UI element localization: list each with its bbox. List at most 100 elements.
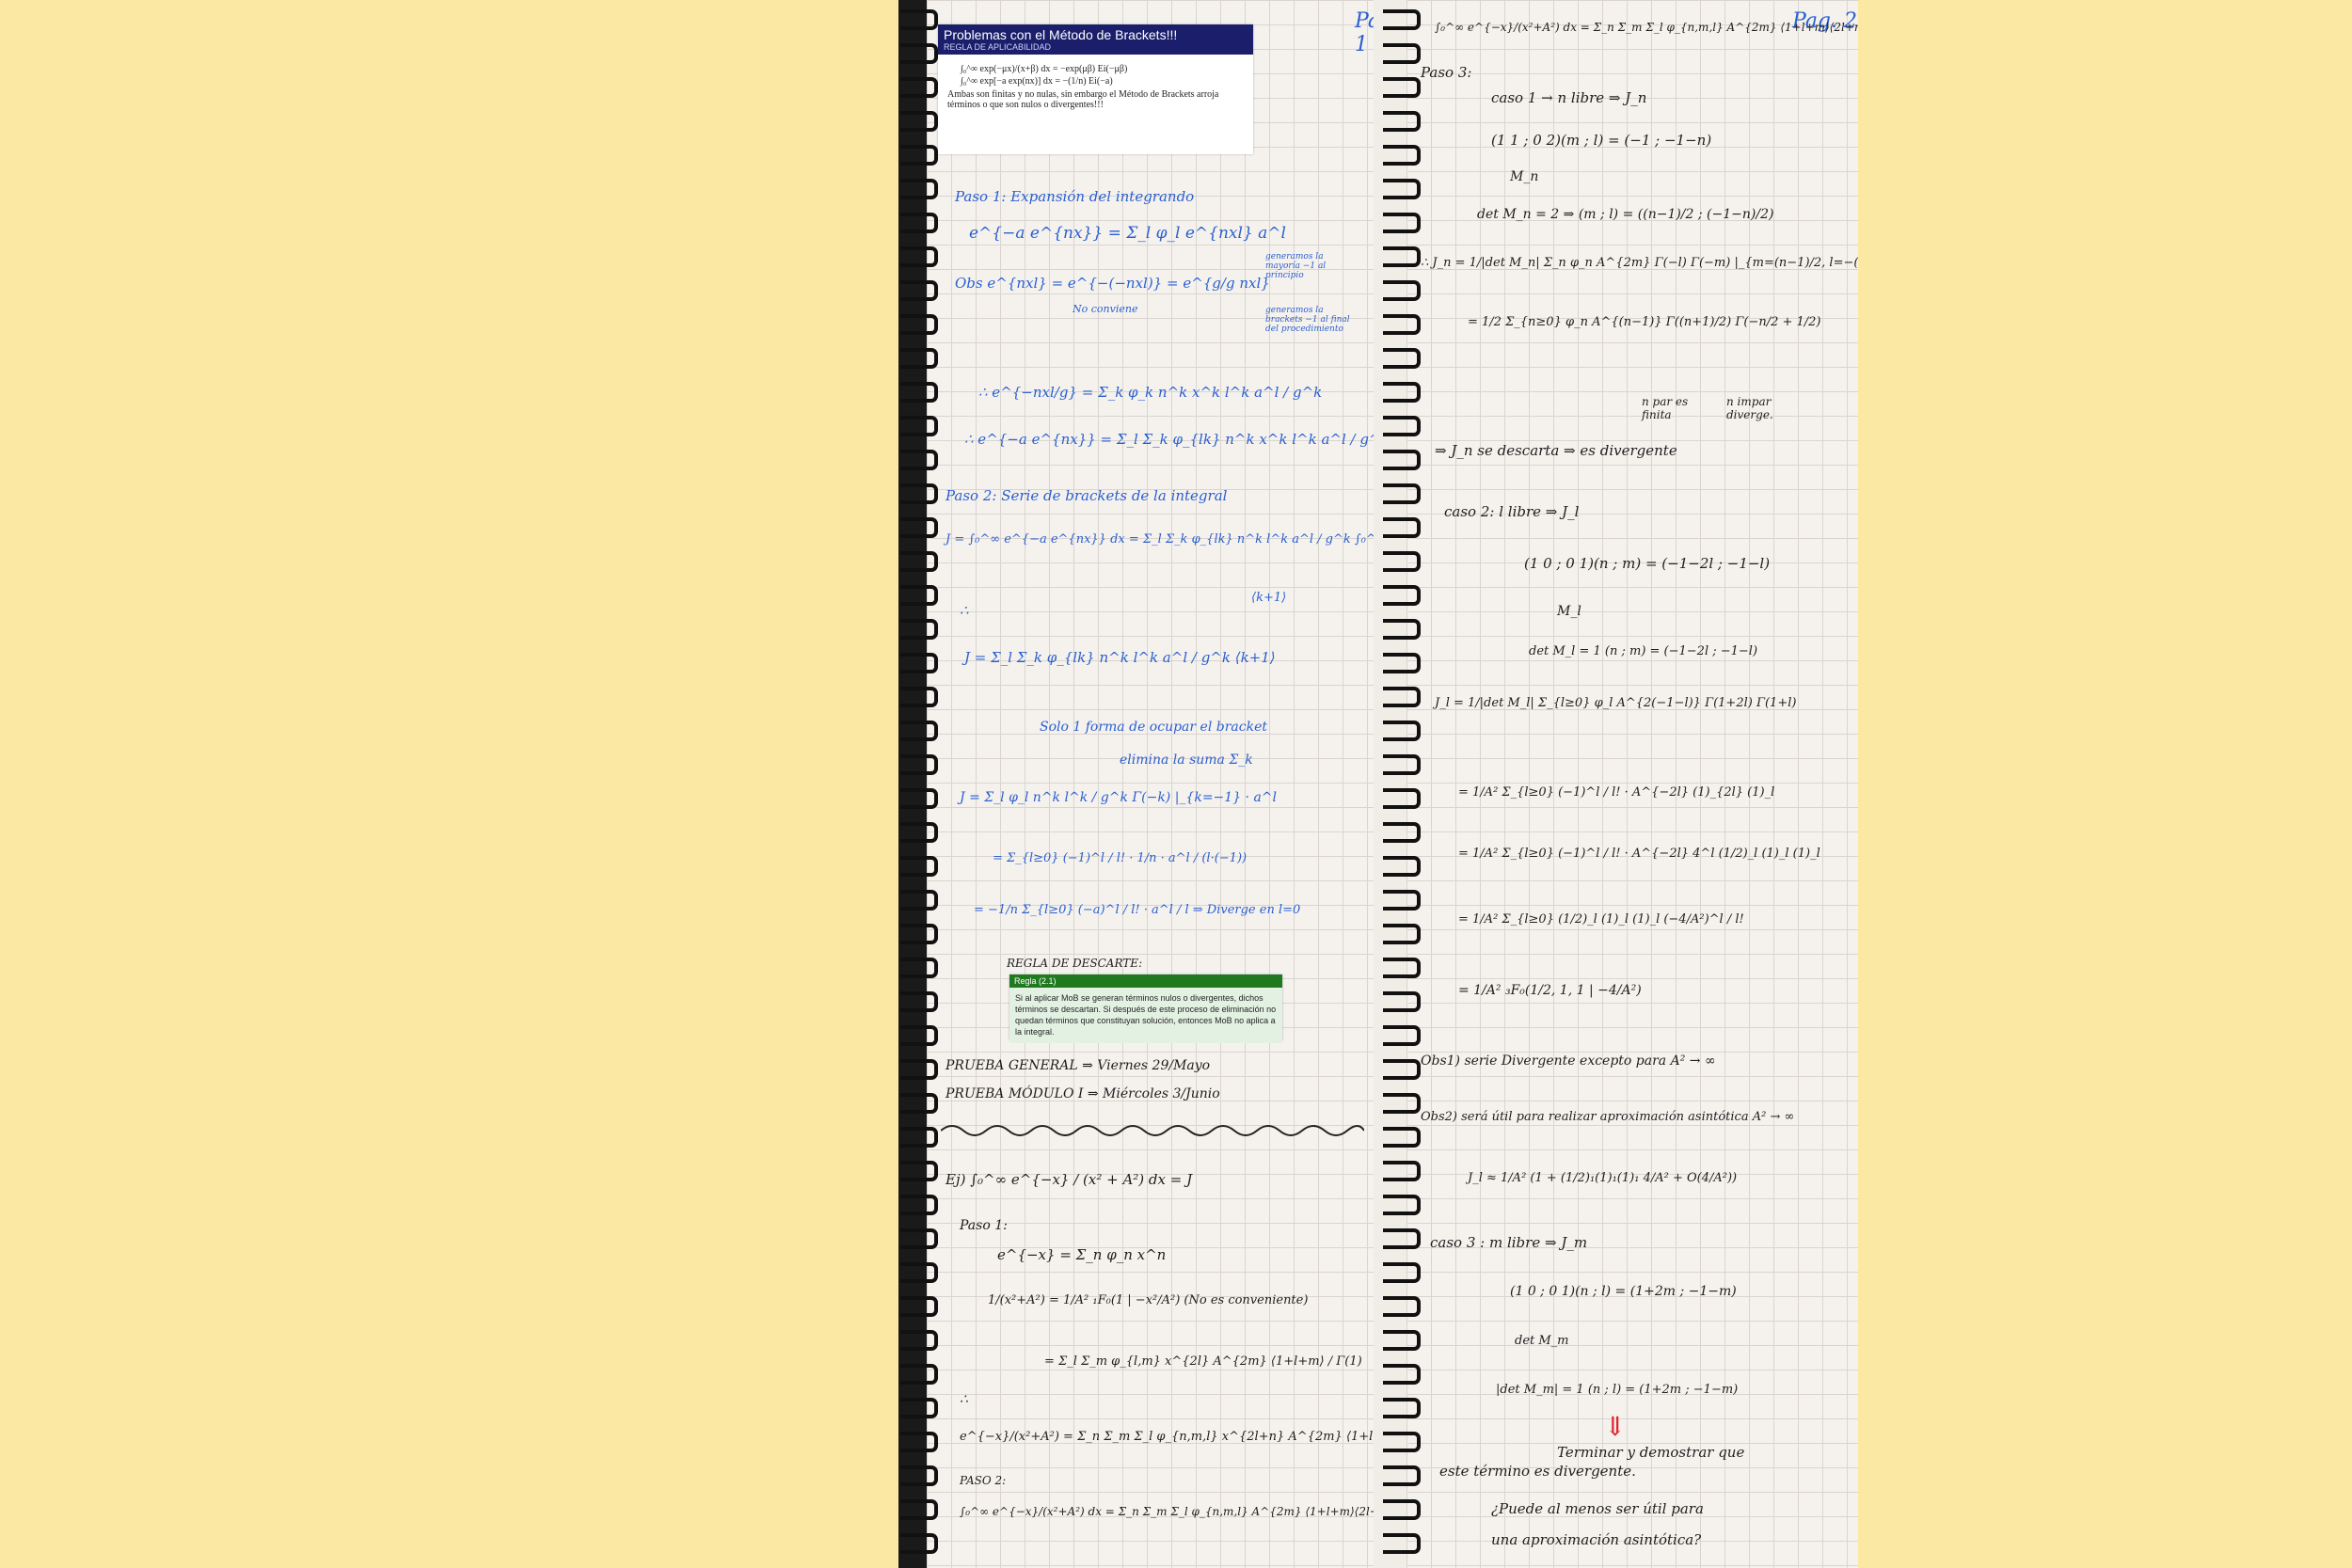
hw-r-paso3: Paso 3: [1421, 64, 1472, 81]
spiral-coil [1383, 1296, 1421, 1317]
spiral-coil [900, 1262, 938, 1283]
spiral-coil [1383, 1228, 1421, 1249]
spiral-coil [900, 179, 938, 199]
spiral-coil [900, 619, 938, 640]
hw-hypergeom: 1/(x²+A²) = 1/A² ₁F₀(1 | −x²/A²) (No es … [988, 1293, 1309, 1307]
hw-exp-series: e^{−x} = Σ_n φ_n x^n [997, 1246, 1167, 1263]
spiral-coil [900, 1228, 938, 1249]
notebook: Pag. 1 Problemas con el Método de Bracke… [898, 0, 1886, 1568]
spiral-coil [1383, 213, 1421, 233]
hw-J-series: J = Σ_l Σ_k φ_{lk} n^k l^k a^l / g^k ⟨k+… [964, 649, 1276, 666]
spiral-coil [1383, 1398, 1421, 1418]
hw-example: Ej) ∫₀^∞ e^{−x} / (x² + A²) dx = J [946, 1171, 1193, 1188]
spiral-coil [900, 1059, 938, 1080]
hw-r-matrix2: (1 0 ; 0 1)(n ; m) = (−1−2l ; −1−l) [1524, 555, 1771, 572]
spiral-coil [900, 1364, 938, 1385]
spiral-coil [900, 145, 938, 166]
hw-integral-J: J = ∫₀^∞ e^{−a e^{nx}} dx = Σ_l Σ_k φ_{l… [946, 532, 1378, 546]
spiral-coil [900, 1127, 938, 1148]
hw-therefore-2: ∴ [960, 1392, 968, 1407]
hw-r-obs2: Obs2) será útil para realizar aproximaci… [1421, 1110, 1795, 1124]
hw-J-gamma: J = Σ_l φ_l n^k l^k / g^k Γ(−k) |_{k=−1}… [960, 790, 1278, 805]
spiral-coil [900, 1330, 938, 1351]
spiral-coil [900, 483, 938, 504]
hw-paso2: PASO 2: [960, 1474, 1007, 1487]
hw-r-Jn: ∴ J_n = 1/|det M_n| Σ_n φ_n A^{2m} Γ(−l)… [1421, 256, 1858, 270]
spiral-coil [900, 1499, 938, 1520]
spiral-coil [900, 416, 938, 436]
spiral-coil [1383, 246, 1421, 267]
hw-r-todo1: Terminar y demostrar que [1557, 1444, 1745, 1461]
hw-series-1: ∴ e^{−nxl/g} = Σ_k φ_k n^k x^k l^k a^l /… [978, 384, 1323, 401]
spiral-coil [900, 653, 938, 673]
spiral-coil [1383, 1262, 1421, 1283]
pasted-rule: Regla (2.1) Si al aplicar MoB se generan… [1009, 974, 1282, 1043]
spiral-coil [1383, 280, 1421, 301]
spiral-coil [900, 924, 938, 944]
spiral-coil [900, 1296, 938, 1317]
hw-r-matrix1: (1 1 ; 0 2)(m ; l) = (−1 ; −1−n) [1491, 132, 1712, 149]
spiral-coil [1383, 1330, 1421, 1351]
spiral-coil [1383, 77, 1421, 98]
hw-r-case1: caso 1 → n libre ⇒ J_n [1491, 89, 1647, 106]
hw-r-Jl-step3: = 1/A² Σ_{l≥0} (1/2)_l (1)_l (1)_l (−4/A… [1458, 912, 1744, 927]
red-arrow-icon: ⇓ [1604, 1411, 1627, 1442]
spiral-coil [1383, 111, 1421, 132]
spiral-coil [1383, 1025, 1421, 1046]
hw-eliminates: elimina la suma Σ_k [1120, 752, 1253, 768]
spiral-coil [1383, 1465, 1421, 1486]
slide-equation-2: ∫₀^∞ exp[−a exp(nx)] dx = −(1/n) Ei(−a) [961, 76, 1113, 87]
hw-r-discard: ⇒ J_n se descarta ⇒ es divergente [1435, 442, 1677, 459]
spiral-coil [1383, 890, 1421, 911]
spiral-coil [900, 1161, 938, 1181]
spiral-coil [1383, 1059, 1421, 1080]
spiral-coil [900, 111, 938, 132]
hw-r-todo2: este término es divergente. [1439, 1463, 1636, 1480]
hw-r-detMm-val: |det M_m| = 1 (n ; l) = (1+2m ; −1−m) [1496, 1383, 1739, 1397]
spiral-coil [900, 551, 938, 572]
spiral-coil [900, 856, 938, 877]
hw-rule-title: REGLA DE DESCARTE: [1007, 957, 1143, 970]
hw-therefore-1: ∴ [960, 602, 969, 619]
slide-header: Problemas con el Método de Brackets!!! R… [938, 24, 1253, 55]
spiral-coil [900, 213, 938, 233]
spiral-coil [1383, 585, 1421, 606]
spiral-coil [1383, 9, 1421, 30]
right-page: Pag. 2 ∫₀^∞ e^{−x}/(x²+A²) dx = Σ_n Σ_m … [1406, 0, 1858, 1568]
spiral-coil [900, 687, 938, 707]
hw-diverges: = −1/n Σ_{l≥0} (−a)^l / l! · a^l / l ⇒ D… [974, 903, 1301, 917]
spiral-coil [900, 788, 938, 809]
spiral-coil [900, 1432, 938, 1452]
hw-series-2: ∴ e^{−a e^{nx}} = Σ_l Σ_k φ_{lk} n^k x^k… [964, 431, 1378, 448]
hw-double-sum: = Σ_l Σ_m φ_{l,m} x^{2l} A^{2m} ⟨1+l+m⟩ … [1044, 1354, 1362, 1369]
spiral-coil [1383, 145, 1421, 166]
spiral-coil [900, 721, 938, 741]
spiral-coil [1383, 1127, 1421, 1148]
hw-r-Jn-sum: = 1/2 Σ_{n≥0} φ_n A^{(n−1)} Γ((n+1)/2) Γ… [1468, 315, 1821, 329]
spiral-coil [1383, 1364, 1421, 1385]
rule-body: Si al aplicar MoB se generan términos nu… [1009, 988, 1282, 1043]
spiral-coil [900, 958, 938, 978]
spiral-coil [900, 1465, 938, 1486]
hw-paso1: Paso 1: [960, 1218, 1008, 1233]
hw-only-one: Solo 1 forma de ocupar el bracket [1040, 720, 1267, 735]
spiral-coil [900, 43, 938, 64]
spiral-coil [900, 517, 938, 538]
spiral-coil [900, 1093, 938, 1114]
hw-J-sum: = Σ_{l≥0} (−1)^l / l! · 1/n · a^l / (l·(… [993, 851, 1248, 865]
slide-title: Problemas con el Método de Brackets!!! [944, 27, 1178, 42]
spiral-coil [1383, 551, 1421, 572]
hw-r-Jl-step2: = 1/A² Σ_{l≥0} (−1)^l / l! · A^{−2l} 4^l… [1458, 847, 1820, 861]
slide-subtitle: REGLA DE APLICABILIDAD [944, 42, 1052, 52]
hw-r-integral: ∫₀^∞ e^{−x}/(x²+A²) dx = Σ_n Σ_m Σ_l φ_{… [1435, 21, 1858, 34]
spiral-coil [900, 585, 938, 606]
hw-triple-sum: e^{−x}/(x²+A²) = Σ_n Σ_m Σ_l φ_{n,m,l} x… [960, 1430, 1378, 1444]
spiral-coil [900, 280, 938, 301]
spiral-coil [900, 348, 938, 369]
spiral-coil [1383, 382, 1421, 403]
spiral-coil [1383, 856, 1421, 877]
spiral-coil [1383, 1161, 1421, 1181]
hw-step2: Paso 2: Serie de brackets de la integral [946, 487, 1228, 504]
hw-side-note-2: generamos la brackets −1 al final del pr… [1265, 306, 1350, 334]
slide-text: Ambas son finitas y no nulas, sin embarg… [947, 89, 1219, 110]
